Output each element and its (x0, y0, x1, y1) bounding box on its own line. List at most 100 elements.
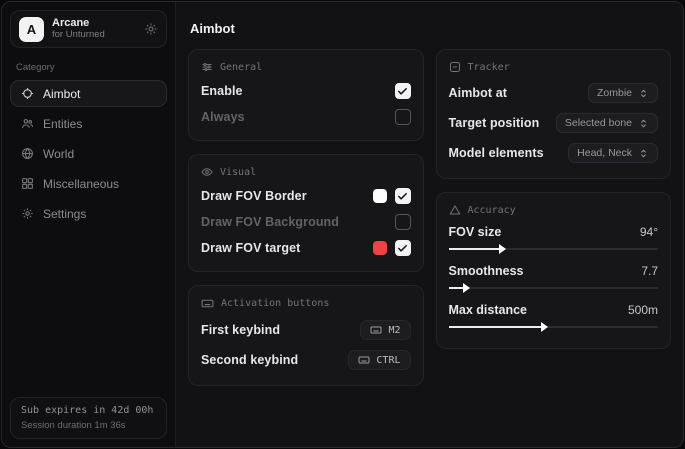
card-title: Activation buttons (221, 298, 329, 309)
setting-row-enable: Enable (201, 78, 411, 104)
grid-icon (21, 177, 34, 190)
keyboard-icon (358, 354, 370, 366)
setting-label: Smoothness (449, 264, 524, 278)
slider-value: 500m (628, 303, 658, 317)
subscription-box: Sub expires in 42d 00h Session duration … (10, 397, 167, 439)
setting-row-first-keybind: First keybind M2 (201, 315, 411, 345)
sidebar-item-aimbot[interactable]: Aimbot (10, 80, 167, 107)
setting-label: Enable (201, 84, 243, 98)
setting-label: Draw FOV Border (201, 189, 307, 203)
app-name: Arcane (52, 17, 105, 30)
second-keybind-button[interactable]: CTRL (348, 350, 410, 370)
sidebar-item-label: Entities (43, 117, 82, 131)
subscription-expiry: Sub expires in 42d 00h (21, 405, 156, 416)
select-value: Selected bone (565, 117, 632, 129)
tracker-card: Tracker Aimbot at Zombie (436, 49, 672, 179)
setting-label: FOV size (449, 225, 502, 239)
category-label: Category (16, 62, 161, 73)
card-title: Visual (220, 167, 256, 178)
keyboard-icon (370, 324, 382, 336)
setting-label: Model elements (449, 146, 544, 160)
setting-row-target-position: Target position Selected bone (449, 108, 659, 138)
slider-thumb[interactable] (541, 322, 548, 332)
page-title: Aimbot (190, 21, 669, 36)
fov-background-checkbox[interactable] (395, 214, 411, 230)
eye-icon (201, 166, 213, 178)
sidebar-item-label: Aimbot (43, 87, 80, 101)
fov-target-checkbox[interactable] (395, 240, 411, 256)
setting-row-fov-background: Draw FOV Background (201, 209, 411, 235)
slider-thumb[interactable] (463, 283, 470, 293)
enable-checkbox[interactable] (395, 83, 411, 99)
chevrons-up-down-icon (638, 118, 649, 129)
sidebar-item-label: Miscellaneous (43, 177, 119, 191)
sidebar-item-miscellaneous[interactable]: Miscellaneous (10, 170, 167, 197)
first-keybind-button[interactable]: M2 (360, 320, 410, 340)
gear-icon[interactable] (144, 22, 158, 36)
target-position-select[interactable]: Selected bone (556, 113, 658, 133)
visual-card: Visual Draw FOV Border Draw FOV Backgrou… (188, 154, 424, 272)
smoothness-slider[interactable] (449, 287, 659, 289)
app-window: A Arcane for Unturned Category Aimbot (1, 1, 684, 448)
brand-card: A Arcane for Unturned (10, 10, 167, 48)
sidebar-item-entities[interactable]: Entities (10, 110, 167, 137)
setting-row-fov-border: Draw FOV Border (201, 183, 411, 209)
setting-row-aimbot-at: Aimbot at Zombie (449, 78, 659, 108)
model-elements-select[interactable]: Head, Neck (568, 143, 658, 163)
general-card: General Enable Always (188, 49, 424, 141)
color-swatch[interactable] (373, 189, 387, 203)
setting-row-fov-target: Draw FOV target (201, 235, 411, 261)
setting-label: First keybind (201, 323, 280, 337)
sidebar-item-settings[interactable]: Settings (10, 200, 167, 227)
sidebar-item-label: World (43, 147, 74, 161)
always-checkbox[interactable] (395, 109, 411, 125)
triangle-icon (449, 204, 461, 216)
max-distance-slider[interactable] (449, 326, 659, 328)
slider-thumb[interactable] (499, 244, 506, 254)
slider-value: 94° (640, 225, 658, 239)
accuracy-card: Accuracy FOV size 94° (436, 192, 672, 349)
fov-border-checkbox[interactable] (395, 188, 411, 204)
entities-icon (21, 117, 34, 130)
chevrons-up-down-icon (638, 88, 649, 99)
setting-label: Aimbot at (449, 86, 508, 100)
setting-row-fov-size: FOV size 94° (449, 221, 659, 260)
app-subtitle: for Unturned (52, 30, 105, 41)
setting-row-second-keybind: Second keybind CTRL (201, 345, 411, 375)
box-minus-icon (449, 61, 461, 73)
setting-row-smoothness: Smoothness 7.7 (449, 260, 659, 299)
fov-size-slider[interactable] (449, 248, 659, 250)
aimbot-at-select[interactable]: Zombie (588, 83, 658, 103)
select-value: Zombie (597, 87, 632, 99)
card-title: Tracker (468, 62, 510, 73)
setting-label: Second keybind (201, 353, 298, 367)
setting-row-always: Always (201, 104, 411, 130)
sidebar-item-world[interactable]: World (10, 140, 167, 167)
setting-label: Always (201, 110, 245, 124)
setting-row-max-distance: Max distance 500m (449, 299, 659, 338)
chevrons-up-down-icon (638, 148, 649, 159)
sidebar-item-label: Settings (43, 207, 86, 221)
keybind-value: CTRL (376, 355, 400, 366)
slider-value: 7.7 (641, 264, 658, 278)
setting-label: Draw FOV target (201, 241, 300, 255)
globe-icon (21, 147, 34, 160)
color-swatch[interactable] (373, 241, 387, 255)
card-title: General (220, 62, 262, 73)
crosshair-icon (21, 87, 34, 100)
setting-label: Target position (449, 116, 540, 130)
activation-card: Activation buttons First keybind M2 (188, 285, 424, 386)
card-title: Accuracy (468, 205, 516, 216)
gear-icon (21, 207, 34, 220)
keybind-value: M2 (388, 325, 400, 336)
select-value: Head, Neck (577, 147, 632, 159)
app-logo: A (19, 17, 44, 42)
session-duration: Session duration 1m 36s (21, 420, 156, 431)
sidebar: A Arcane for Unturned Category Aimbot (2, 2, 176, 447)
main-panel: Aimbot General (176, 2, 683, 447)
setting-label: Draw FOV Background (201, 215, 339, 229)
keyboard-icon (201, 297, 214, 310)
sliders-icon (201, 61, 213, 73)
setting-row-model-elements: Model elements Head, Neck (449, 138, 659, 168)
setting-label: Max distance (449, 303, 528, 317)
